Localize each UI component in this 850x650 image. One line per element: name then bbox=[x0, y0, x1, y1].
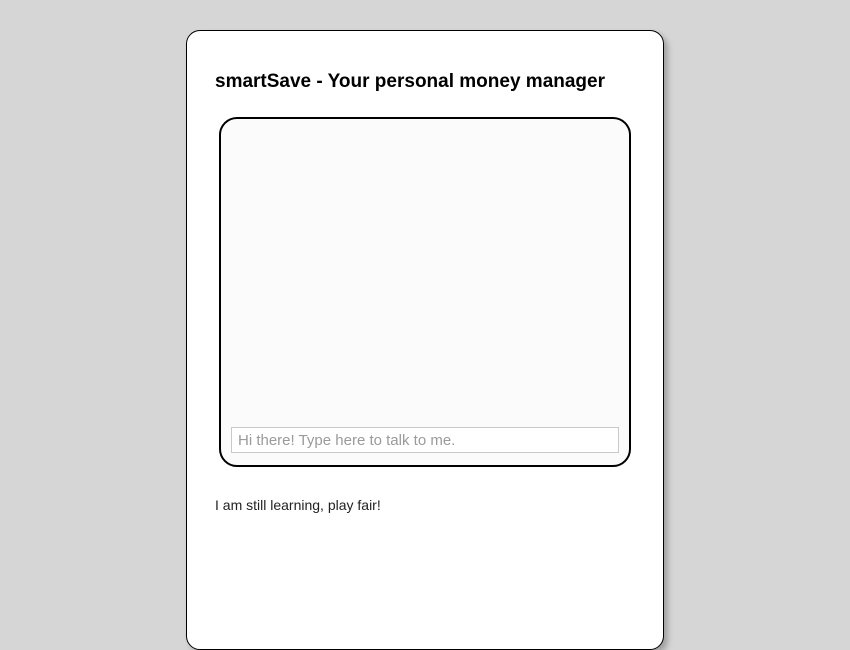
chat-messages-area bbox=[231, 129, 619, 427]
app-card: smartSave - Your personal money manager … bbox=[186, 30, 664, 650]
chat-input[interactable] bbox=[231, 427, 619, 453]
chat-frame bbox=[219, 117, 631, 467]
page-title: smartSave - Your personal money manager bbox=[215, 71, 635, 93]
footer-note: I am still learning, play fair! bbox=[215, 497, 635, 513]
